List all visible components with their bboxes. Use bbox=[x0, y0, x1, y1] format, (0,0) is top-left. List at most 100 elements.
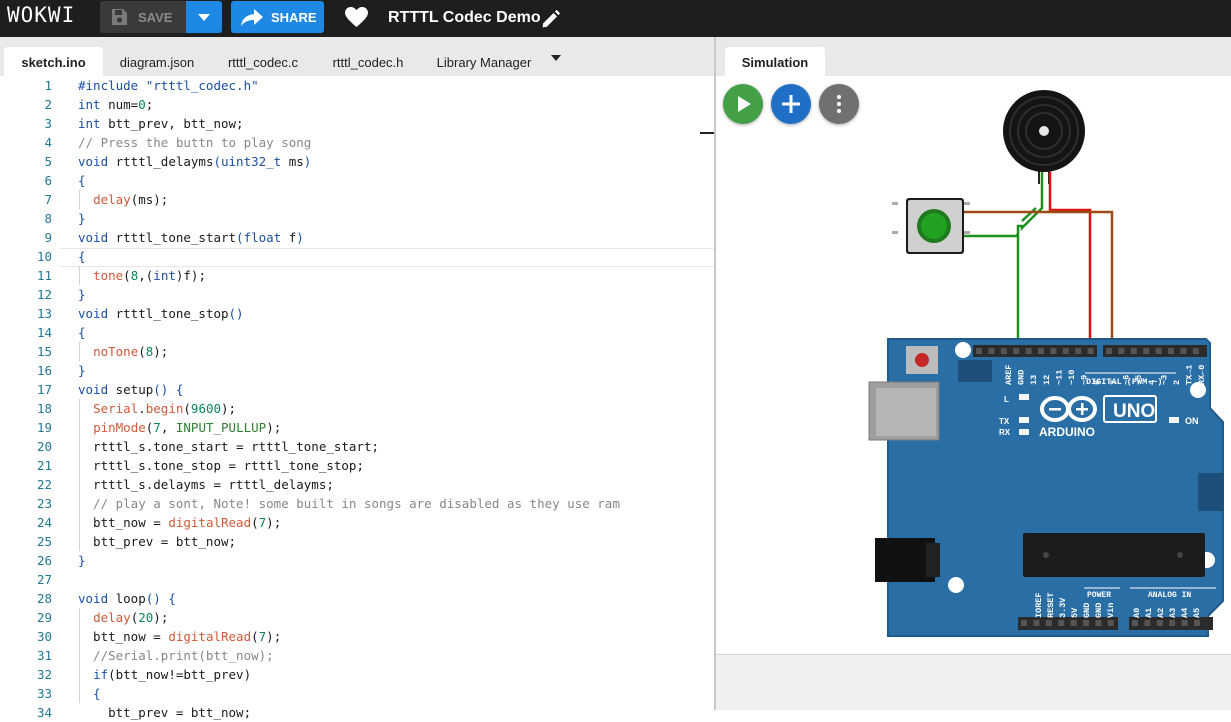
header-pin[interactable] bbox=[1132, 620, 1138, 626]
pencil-edit-icon[interactable] bbox=[540, 9, 561, 30]
code-line[interactable]: 32 if(btt_now!=btt_prev) bbox=[0, 665, 700, 684]
code-line[interactable]: 8} bbox=[0, 209, 700, 228]
code-line[interactable]: 6{ bbox=[0, 171, 700, 190]
code-line[interactable]: 13 void rtttl_tone_stop() bbox=[0, 304, 700, 323]
code-line[interactable]: 20 rtttl_s.tone_start = rtttl_tone_start… bbox=[0, 437, 700, 456]
buzzer[interactable] bbox=[1003, 90, 1085, 184]
digital-pin-label: 12 bbox=[1042, 375, 1052, 385]
header-pin[interactable] bbox=[1045, 620, 1052, 626]
code-line[interactable]: 33 { bbox=[0, 684, 700, 703]
code-line[interactable]: 19 pinMode(7, INPUT_PULLUP); bbox=[0, 418, 700, 437]
header-pin[interactable] bbox=[1180, 348, 1187, 354]
code-line[interactable]: 27 bbox=[0, 570, 700, 589]
header-pin[interactable] bbox=[1194, 620, 1200, 626]
share-button[interactable]: SHARE bbox=[231, 1, 324, 33]
header-pin[interactable] bbox=[1156, 620, 1163, 626]
header-pin[interactable] bbox=[1130, 348, 1137, 354]
tab-sketch-ino[interactable]: sketch.ino bbox=[4, 47, 103, 76]
header-pin[interactable] bbox=[1050, 348, 1057, 354]
simulation-panel: Simulation ARDUINO UNO ON TX RX L DIGITA… bbox=[716, 37, 1231, 710]
arduino-uno-board[interactable]: ARDUINO UNO ON TX RX L DIGITAL (PWM ~) P… bbox=[868, 338, 1224, 637]
code-line[interactable]: 24 btt_now = digitalRead(7); bbox=[0, 513, 700, 532]
line-number: 13 bbox=[36, 306, 52, 321]
code-line[interactable]: 26} bbox=[0, 551, 700, 570]
line-number: 17 bbox=[36, 382, 52, 397]
header-pin[interactable] bbox=[1144, 620, 1151, 626]
code-line[interactable]: 7 delay(ms); bbox=[0, 190, 700, 209]
header-pin[interactable] bbox=[1168, 348, 1174, 354]
code-line[interactable]: 22 rtttl_s.delayms = rtttl_delayms; bbox=[0, 475, 700, 494]
header-pin[interactable] bbox=[1192, 348, 1199, 354]
chevron-down-icon[interactable] bbox=[551, 55, 561, 61]
code-line[interactable]: 3 int btt_prev, btt_now; bbox=[0, 114, 700, 133]
code-line[interactable]: 23 // play a sont, Note! some built in s… bbox=[0, 494, 700, 513]
code-line[interactable]: 12} bbox=[0, 285, 700, 304]
pushbutton[interactable] bbox=[892, 198, 970, 254]
tab-simulation[interactable]: Simulation bbox=[725, 47, 825, 76]
line-number: 1 bbox=[44, 78, 52, 93]
start-simulation-button[interactable] bbox=[723, 84, 763, 124]
header-pin[interactable] bbox=[1155, 348, 1162, 354]
add-part-button[interactable] bbox=[771, 84, 811, 124]
code-line[interactable]: 21 rtttl_s.tone_stop = rtttl_tone_stop; bbox=[0, 456, 700, 475]
header-pin[interactable] bbox=[1087, 348, 1094, 354]
code-line[interactable]: 34 btt_prev = btt_now; bbox=[0, 703, 700, 722]
header-pin[interactable] bbox=[1070, 620, 1077, 626]
header-pin[interactable] bbox=[1058, 620, 1065, 626]
header-pin[interactable] bbox=[1107, 620, 1114, 626]
file-tab-bar: sketch.ino diagram.json rtttl_codec.c rt… bbox=[0, 37, 715, 76]
more-options-button[interactable] bbox=[819, 84, 859, 124]
header-pin[interactable] bbox=[1075, 348, 1082, 354]
code-line[interactable]: 11 tone(8,(int)f); bbox=[0, 266, 700, 285]
analog-pin-label: A3 bbox=[1168, 608, 1178, 618]
code-line[interactable]: 4 // Press the buttn to play song bbox=[0, 133, 700, 152]
header-pin[interactable] bbox=[1095, 620, 1102, 626]
more-vertical-icon bbox=[837, 95, 841, 113]
header-pin[interactable] bbox=[1106, 348, 1112, 354]
code-line[interactable]: 31 //Serial.print(btt_now); bbox=[0, 646, 700, 665]
save-button[interactable]: SAVE bbox=[100, 1, 186, 33]
tab-rtttl-codec-c[interactable]: rtttl_codec.c bbox=[214, 47, 312, 76]
header-pin[interactable] bbox=[1169, 620, 1176, 626]
header-pin[interactable] bbox=[1062, 348, 1069, 354]
code-line[interactable]: 25 btt_prev = btt_now; bbox=[0, 532, 700, 551]
line-text: Serial.begin(9600); bbox=[93, 401, 237, 416]
code-line[interactable]: 18 Serial.begin(9600); bbox=[0, 399, 700, 418]
code-line[interactable]: 1 #include "rtttl_codec.h" bbox=[0, 76, 700, 95]
code-line[interactable]: 28 void loop() { bbox=[0, 589, 700, 608]
line-number: 22 bbox=[36, 477, 52, 492]
code-area[interactable]: 1 #include "rtttl_codec.h" 2 int num=0; 3 int… bbox=[0, 76, 714, 720]
header-pin[interactable] bbox=[1181, 620, 1188, 626]
code-line[interactable]: 9 void rtttl_tone_start(float f) bbox=[0, 228, 700, 247]
code-line[interactable]: 16} bbox=[0, 361, 700, 380]
header-pin[interactable] bbox=[1118, 348, 1125, 354]
header-pin[interactable] bbox=[1013, 348, 1020, 354]
line-number: 10 bbox=[36, 249, 52, 264]
wokwi-logo[interactable]: WOKWI bbox=[7, 3, 75, 27]
code-line[interactable]: 5 void rtttl_delayms(uint32_t ms) bbox=[0, 152, 700, 171]
indent-guide bbox=[79, 399, 80, 551]
header-pin[interactable] bbox=[1000, 348, 1007, 354]
code-line[interactable]: 2 int num=0; bbox=[0, 95, 700, 114]
tab-library-manager[interactable]: Library Manager bbox=[426, 47, 542, 76]
code-line[interactable]: 30 btt_now = digitalRead(7); bbox=[0, 627, 700, 646]
header-pin[interactable] bbox=[1083, 620, 1089, 626]
header-pin[interactable] bbox=[1021, 620, 1027, 626]
simulation-canvas[interactable]: ARDUINO UNO ON TX RX L DIGITAL (PWM ~) P… bbox=[716, 76, 1231, 654]
code-line[interactable]: 10 { bbox=[0, 247, 700, 266]
code-line[interactable]: 15 noTone(8); bbox=[0, 342, 700, 361]
header-pin[interactable] bbox=[988, 348, 995, 354]
header-pin[interactable] bbox=[976, 348, 982, 354]
code-line[interactable]: 29 delay(20); bbox=[0, 608, 700, 627]
header-pin[interactable] bbox=[1033, 620, 1040, 626]
tab-diagram-json[interactable]: diagram.json bbox=[108, 47, 206, 76]
header-pin[interactable] bbox=[1025, 348, 1032, 354]
header-pin[interactable] bbox=[1038, 348, 1044, 354]
editor-scrollbar[interactable] bbox=[700, 132, 715, 134]
save-options-dropdown[interactable] bbox=[186, 1, 222, 33]
code-line[interactable]: 17 void setup() { bbox=[0, 380, 700, 399]
heart-icon[interactable] bbox=[345, 7, 368, 28]
code-line[interactable]: 14 { bbox=[0, 323, 700, 342]
header-pin[interactable] bbox=[1143, 348, 1150, 354]
tab-rtttl-codec-h[interactable]: rtttl_codec.h bbox=[319, 47, 417, 76]
